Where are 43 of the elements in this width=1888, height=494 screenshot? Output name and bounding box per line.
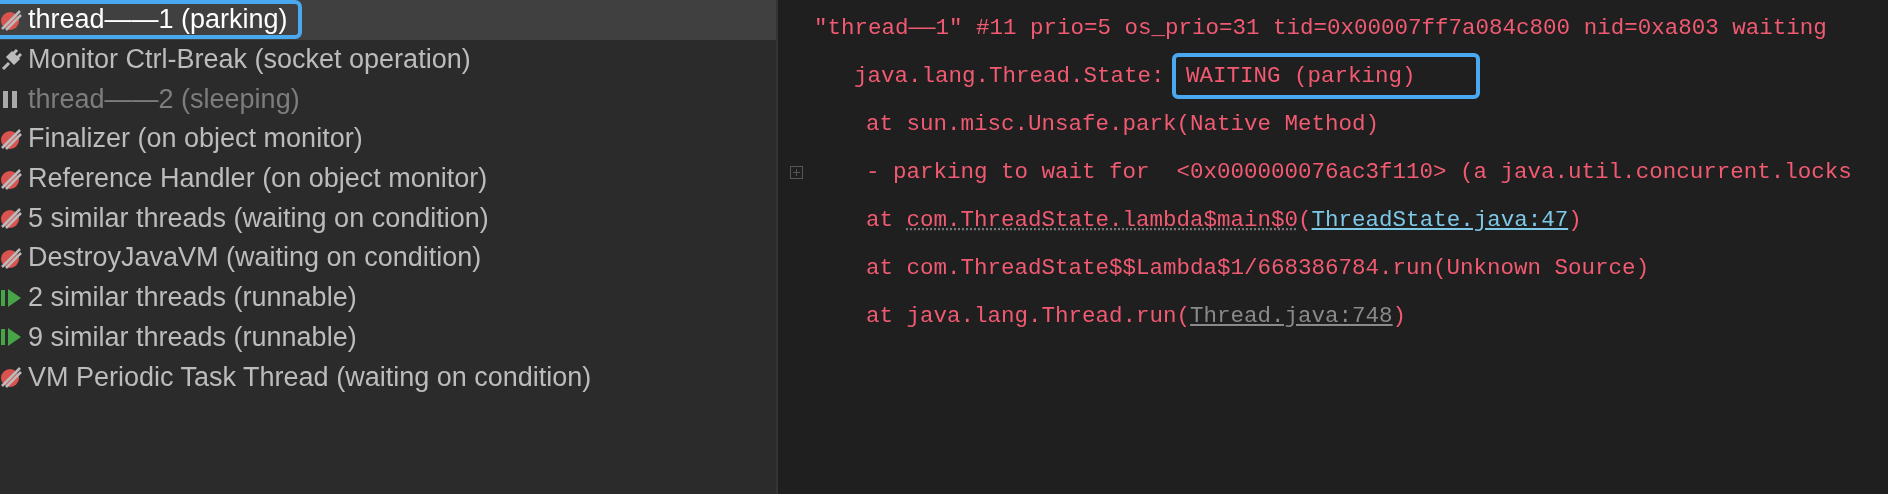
parked-thread-icon (0, 246, 22, 269)
thread-name: 5 similar threads (waiting on condition) (28, 202, 489, 234)
thread-list-item[interactable]: VM Periodic Task Thread (waiting on condition) (0, 357, 776, 397)
parked-thread-icon (0, 207, 22, 230)
thread-state-value: WAITING (parking) (1172, 53, 1480, 99)
thread-name: thread——2 (sleeping) (28, 83, 300, 115)
source-link[interactable]: Thread.java:748 (1190, 303, 1393, 329)
thread-list-item[interactable]: thread——1 (parking) (0, 0, 776, 40)
thread-name: 9 similar threads (runnable) (28, 321, 357, 353)
dump-text: ( (1298, 207, 1312, 233)
dump-text: at sun.misc.Unsafe.park(Native Method) (866, 111, 1380, 137)
thread-list-item[interactable]: Finalizer (on object monitor) (0, 119, 776, 159)
play-icon (0, 286, 22, 309)
source-link[interactable]: ThreadState.java:47 (1311, 207, 1569, 233)
thread-name: VM Periodic Task Thread (waiting on condition) (28, 361, 592, 393)
parked-thread-icon (0, 8, 22, 31)
dump-text: at (866, 207, 894, 233)
parked-thread-icon (0, 167, 22, 190)
thread-list-item[interactable]: 5 similar threads (waiting on condition) (0, 198, 776, 239)
dump-text: java.lang.Thread.State: (854, 63, 1166, 89)
dump-text: "thread——1" #11 prio=5 os_prio=31 tid=0x00007ff7a084c800 nid=0xa803 waiting (814, 15, 1827, 41)
thread-name: DestroyJavaVM (waiting on condition) (28, 242, 482, 274)
thread-name: 2 similar threads (runnable) (28, 282, 357, 314)
plug-icon (0, 48, 22, 71)
dump-text: - parking to wait for <0x000000076ac3f110> (a java.util.concurrent.locks (866, 159, 1852, 185)
thread-list-item[interactable]: 2 similar threads (runnable) (0, 277, 776, 318)
dump-text: at com.ThreadState$$Lambda$1/668386784.run(Unknown Source) (866, 255, 1650, 281)
dump-text: ) (1568, 207, 1582, 233)
thread-name: Finalizer (on object monitor) (28, 123, 363, 155)
dump-text: at java.lang.Thread.run( (866, 303, 1191, 329)
thread-name: thread——1 (parking) (28, 4, 288, 36)
parked-thread-icon (0, 127, 22, 150)
thread-list-item[interactable]: Monitor Ctrl-Break (socket operation) (0, 39, 776, 80)
dump-text: com.ThreadState.lambda$main$0 (906, 207, 1299, 233)
thread-list-item[interactable]: 9 similar threads (runnable) (0, 317, 776, 358)
thread-list-item[interactable]: Reference Handler (on object monitor) (0, 158, 776, 199)
thread-name: Monitor Ctrl-Break (socket operation) (28, 44, 471, 76)
dump-text: ) (1392, 303, 1407, 329)
parked-thread-icon (0, 366, 22, 389)
thread-list-item[interactable]: DestroyJavaVM (waiting on condition) (0, 238, 776, 278)
play-icon (0, 326, 22, 349)
expand-icon[interactable] (789, 165, 803, 179)
thread-name: Reference Handler (on object monitor) (28, 163, 488, 195)
